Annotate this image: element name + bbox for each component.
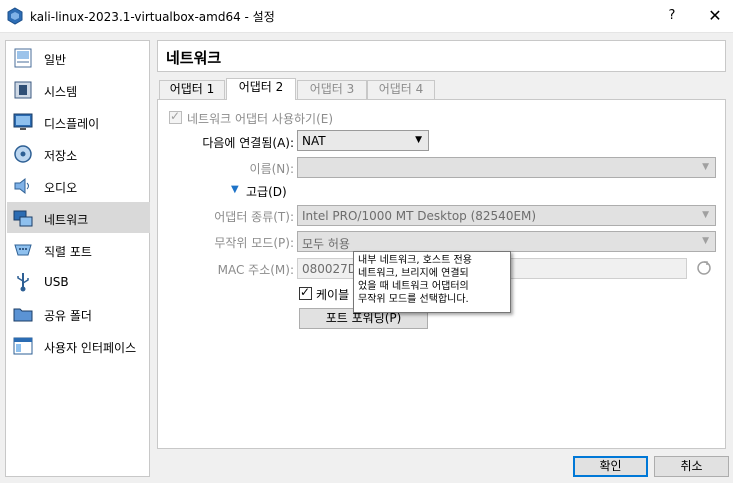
user-interface-icon bbox=[13, 337, 33, 355]
tab-adapter-1[interactable]: 어댑터 1 bbox=[159, 80, 225, 99]
tab-adapter-2[interactable]: 어댑터 2 bbox=[226, 78, 296, 100]
name-label: 이름(N): bbox=[249, 162, 294, 176]
sidebar-item-label: 네트워크 bbox=[44, 213, 89, 227]
sidebar-item-label: 디스플레이 bbox=[44, 117, 100, 131]
cable-connected-checkbox[interactable]: ✓ bbox=[299, 285, 312, 300]
checkmark-icon: ✓ bbox=[300, 285, 311, 299]
checkmark-icon: ✓ bbox=[170, 109, 181, 123]
sidebar-item-label: USB bbox=[44, 275, 69, 289]
chevron-down-icon: ▼ bbox=[415, 135, 422, 145]
promiscuous-tooltip: 내부 네트워크, 호스트 전용 네트워크, 브리지에 연결되 었을 때 네트워크… bbox=[353, 251, 511, 313]
sidebar-item-display[interactable]: 디스플레이 bbox=[7, 106, 150, 137]
sidebar-item-label: 직렬 포트 bbox=[44, 245, 92, 259]
refresh-icon[interactable] bbox=[696, 260, 712, 276]
tooltip-line: 무작위 모드를 선택합니다. bbox=[358, 294, 469, 305]
system-icon bbox=[14, 81, 32, 99]
tooltip-line: 네트워크, 브리지에 연결되 bbox=[358, 268, 469, 279]
settings-sidebar: 일반 시스템 디스플레이 저장소 오디오 네트워크 직렬 포트 USB 공유 폴… bbox=[5, 40, 150, 477]
audio-icon bbox=[14, 177, 29, 195]
expand-triangle-icon[interactable]: ▼ bbox=[231, 184, 239, 195]
sidebar-item-usb[interactable]: USB bbox=[7, 266, 150, 297]
attached-to-value: NAT bbox=[302, 134, 326, 148]
tooltip-line: 었을 때 네트워크 어댑터의 bbox=[358, 281, 469, 292]
promiscuous-mode-value: 모두 허용 bbox=[302, 237, 350, 251]
enable-adapter-checkbox[interactable]: ✓ bbox=[169, 109, 182, 124]
sidebar-item-shared-folders[interactable]: 공유 폴더 bbox=[7, 298, 150, 329]
attached-to-label: 다음에 연결됨(A): bbox=[202, 136, 294, 150]
sidebar-item-label: 공유 폴더 bbox=[44, 309, 92, 323]
ok-button[interactable]: 확인 bbox=[573, 456, 648, 477]
serial-port-icon bbox=[14, 244, 32, 256]
network-icon bbox=[13, 210, 33, 227]
sidebar-item-label: 시스템 bbox=[44, 85, 78, 99]
sidebar-item-label: 사용자 인터페이스 bbox=[44, 341, 137, 355]
promiscuous-mode-label: 무작위 모드(P): bbox=[214, 236, 294, 250]
help-button[interactable]: ? bbox=[662, 6, 682, 26]
sidebar-item-serial-port[interactable]: 직렬 포트 bbox=[7, 234, 150, 265]
chevron-down-icon: ▼ bbox=[702, 162, 709, 172]
sidebar-item-audio[interactable]: 오디오 bbox=[7, 170, 150, 201]
adapter-type-select[interactable]: Intel PRO/1000 MT Desktop (82540EM) ▼ bbox=[297, 205, 716, 226]
display-icon bbox=[13, 113, 33, 130]
adapter-type-value: Intel PRO/1000 MT Desktop (82540EM) bbox=[302, 209, 537, 223]
virtualbox-icon bbox=[7, 7, 23, 25]
shared-folder-icon bbox=[13, 308, 33, 322]
chevron-down-icon: ▼ bbox=[702, 210, 709, 220]
sidebar-item-storage[interactable]: 저장소 bbox=[7, 138, 150, 169]
page-title: 네트워크 bbox=[166, 49, 222, 67]
name-select[interactable]: ▼ bbox=[297, 157, 716, 178]
sidebar-item-user-interface[interactable]: 사용자 인터페이스 bbox=[7, 330, 150, 361]
sidebar-item-general[interactable]: 일반 bbox=[7, 42, 150, 73]
tab-adapter-4[interactable]: 어댑터 4 bbox=[367, 80, 435, 99]
cancel-button[interactable]: 취소 bbox=[654, 456, 729, 477]
tooltip-line: 내부 네트워크, 호스트 전용 bbox=[358, 255, 472, 266]
sidebar-item-label: 일반 bbox=[44, 53, 67, 67]
mac-address-label: MAC 주소(M): bbox=[217, 263, 294, 277]
page-header: 네트워크 bbox=[157, 40, 726, 72]
promiscuous-mode-select[interactable]: 모두 허용 ▼ bbox=[297, 231, 716, 252]
cable-connected-label: 케이블 bbox=[316, 288, 350, 302]
chevron-down-icon: ▼ bbox=[702, 236, 709, 246]
storage-icon bbox=[14, 145, 32, 163]
title-bar: kali-linux-2023.1-virtualbox-amd64 - 설정 … bbox=[0, 0, 733, 33]
tab-adapter-3[interactable]: 어댑터 3 bbox=[297, 80, 367, 99]
sidebar-item-label: 오디오 bbox=[44, 181, 78, 195]
sidebar-item-system[interactable]: 시스템 bbox=[7, 74, 150, 105]
advanced-toggle[interactable]: 고급(D) bbox=[246, 183, 287, 200]
general-icon bbox=[14, 48, 32, 68]
adapter-type-label: 어댑터 종류(T): bbox=[214, 210, 294, 224]
usb-icon bbox=[17, 273, 29, 292]
attached-to-select[interactable]: NAT ▼ bbox=[297, 130, 429, 151]
close-button[interactable]: ✕ bbox=[703, 5, 727, 27]
enable-adapter-label: 네트워크 어댑터 사용하기(E) bbox=[187, 112, 334, 126]
window-title: kali-linux-2023.1-virtualbox-amd64 - 설정 bbox=[30, 10, 275, 24]
sidebar-item-network[interactable]: 네트워크 bbox=[7, 202, 150, 233]
sidebar-item-label: 저장소 bbox=[44, 149, 78, 163]
